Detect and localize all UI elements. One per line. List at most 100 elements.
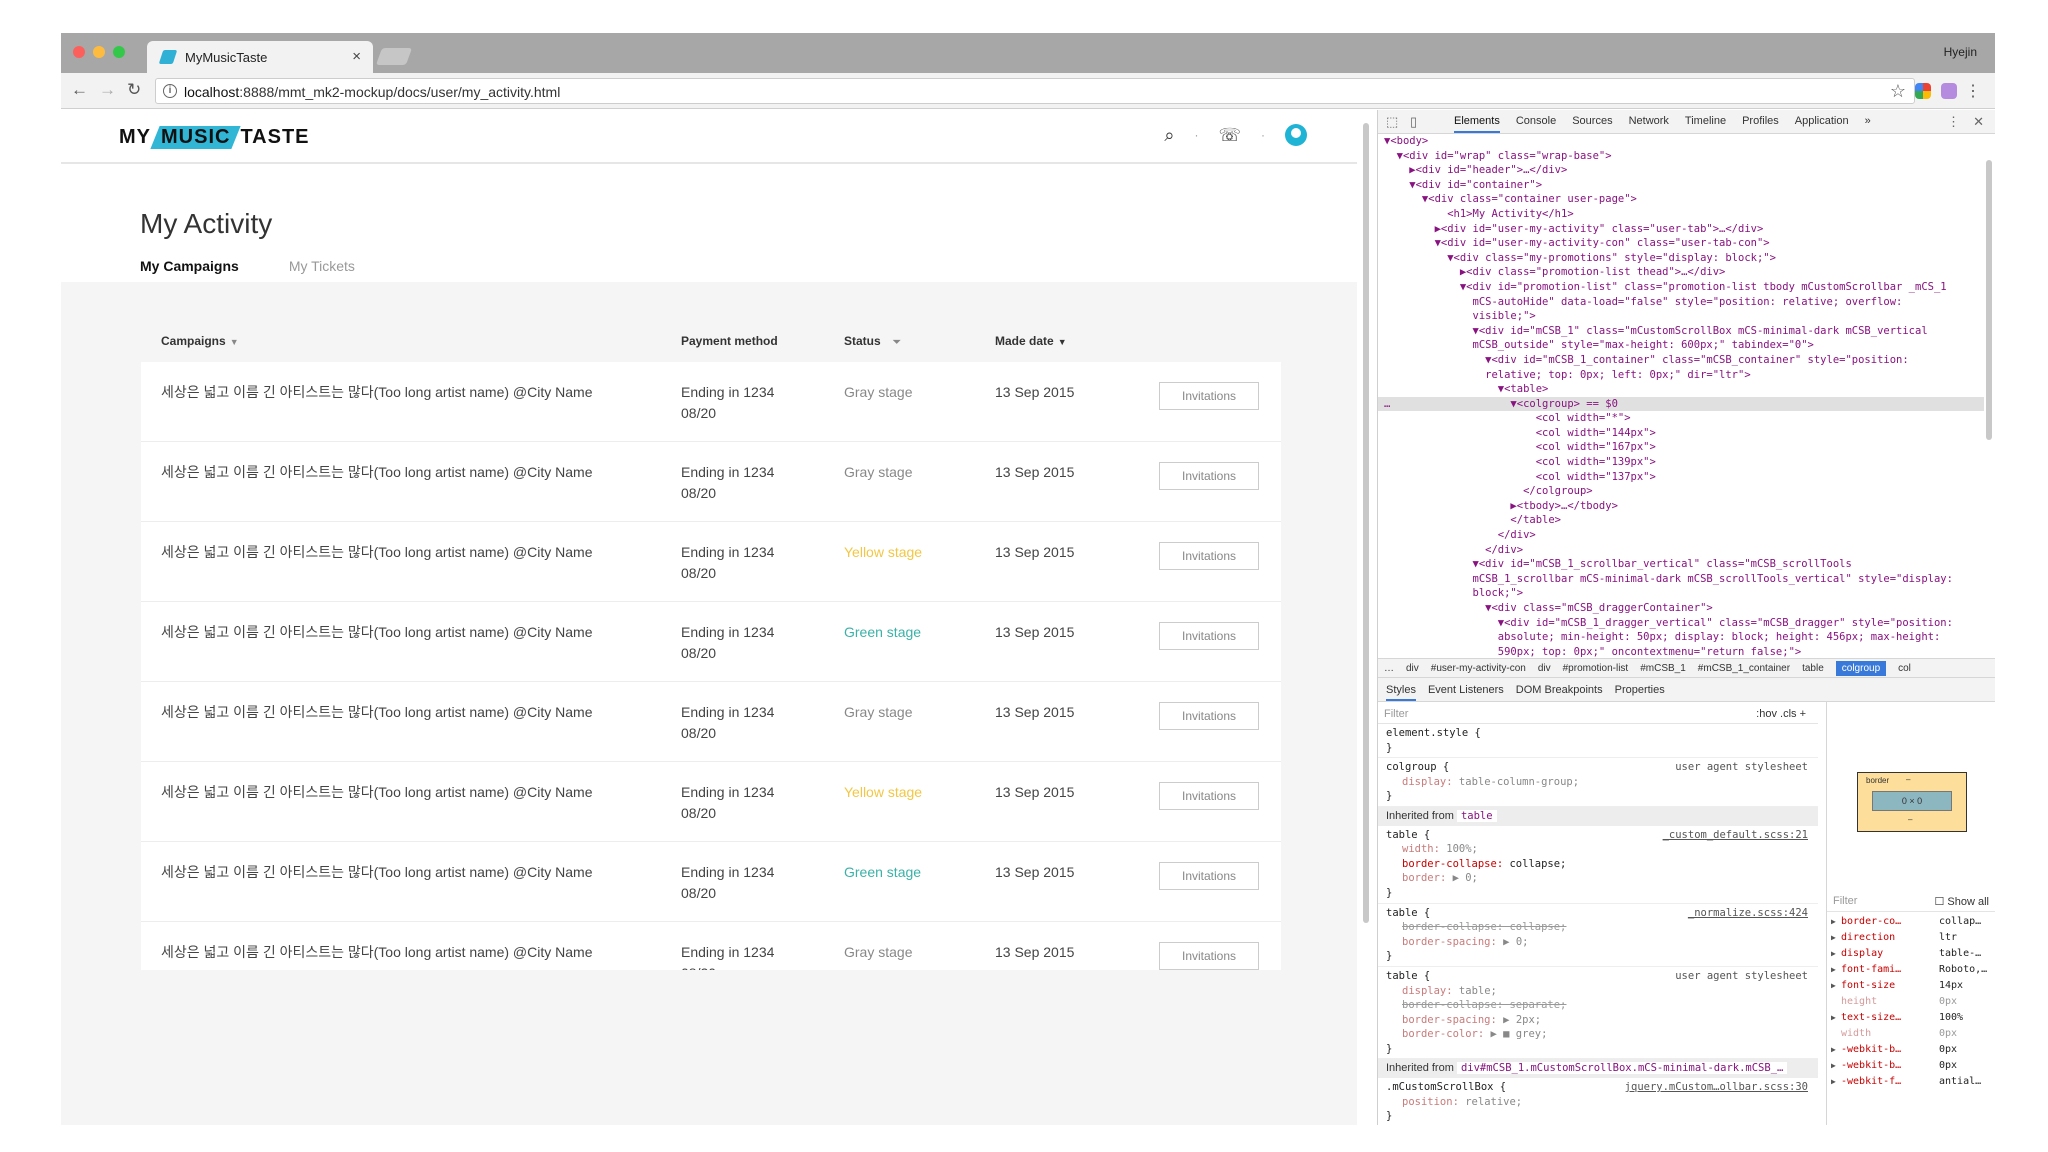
css-property[interactable]: border: ▶ 0;	[1386, 871, 1810, 886]
computed-property[interactable]: ▶ display table-…	[1827, 946, 1995, 962]
css-property[interactable]: position: relative;	[1386, 1095, 1810, 1110]
tab-my-tickets[interactable]: My Tickets	[289, 258, 355, 274]
expand-triangle-icon[interactable]: ▶	[1831, 962, 1836, 978]
dom-node[interactable]: ▼<div id="mCSB_1_container" class="mCSB_…	[1378, 353, 1984, 368]
dom-node[interactable]: ▼<div id="mCSB_1_scrollbar_vertical" cla…	[1378, 557, 1984, 572]
dom-node[interactable]: ▼<div class="mCSB_draggerContainer">	[1378, 601, 1984, 616]
address-bar[interactable]: i localhost:8888/mmt_mk2-mockup/docs/use…	[155, 78, 1915, 104]
dom-node[interactable]: ▼<div id="mCSB_1_dragger_vertical" class…	[1378, 616, 1984, 631]
column-campaigns[interactable]: Campaigns ▼	[161, 334, 239, 348]
subtab-eventlisteners[interactable]: Event Listeners	[1428, 684, 1504, 701]
sort-caret-icon[interactable]: ▼	[1058, 337, 1067, 347]
expand-triangle-icon[interactable]: ▶	[1831, 1058, 1836, 1074]
expand-triangle-icon[interactable]: ▶	[1831, 946, 1836, 962]
invitations-button[interactable]: Invitations	[1159, 942, 1259, 970]
campaign-name[interactable]: 세상은 넓고 이름 긴 아티스트는 많다(Too long artist nam…	[161, 782, 593, 803]
dom-node[interactable]: <h1>My Activity</h1>	[1378, 207, 1984, 222]
dom-node[interactable]: block;">	[1378, 586, 1984, 601]
computed-property[interactable]: ▶ -webkit-b… 0px	[1827, 1042, 1995, 1058]
device-toolbar-icon[interactable]: ▯	[1410, 114, 1417, 130]
breadcrumb-item[interactable]: col	[1898, 663, 1911, 674]
reload-icon[interactable]: ↻	[127, 80, 141, 100]
computed-property[interactable]: ▶ font-fami… Roboto,…	[1827, 962, 1995, 978]
devtools-tab-network[interactable]: Network	[1629, 115, 1669, 133]
invitations-button[interactable]: Invitations	[1159, 782, 1259, 810]
column-date[interactable]: Made date ▼	[995, 334, 1067, 348]
dom-node[interactable]: ▶<div id="header">…</div>	[1378, 163, 1984, 178]
dom-node[interactable]: mCSB_1_scrollbar mCS-minimal-dark mCSB_s…	[1378, 572, 1984, 587]
dom-node[interactable]: ▼<div id="user-my-activity-con" class="u…	[1378, 236, 1984, 251]
invitations-button[interactable]: Invitations	[1159, 542, 1259, 570]
hov-cls-buttons[interactable]: :hov .cls +	[1756, 707, 1806, 722]
campaign-name[interactable]: 세상은 넓고 이름 긴 아티스트는 많다(Too long artist nam…	[161, 862, 593, 883]
dom-node[interactable]: absolute; min-height: 50px; display: blo…	[1378, 630, 1984, 645]
invitations-button[interactable]: Invitations	[1159, 622, 1259, 650]
css-property[interactable]: display: table;	[1386, 984, 1810, 999]
expand-triangle-icon[interactable]: ▶	[1831, 914, 1836, 930]
expand-triangle-icon[interactable]: ▶	[1831, 930, 1836, 946]
forward-icon[interactable]: →	[99, 80, 116, 100]
computed-property[interactable]: width 0px	[1827, 1026, 1995, 1042]
browser-menu-icon[interactable]: ⋮	[1965, 81, 1981, 101]
dom-node[interactable]: ▶<div class="promotion-list thead">…</di…	[1378, 265, 1984, 280]
breadcrumb-item[interactable]: …	[1384, 663, 1394, 674]
computed-filter[interactable]: Filter ☐ Show all	[1827, 890, 1995, 912]
dom-node[interactable]: </div>	[1378, 543, 1984, 558]
dom-node[interactable]: ▼<div id="mCSB_1" class="mCustomScrollBo…	[1378, 324, 1984, 339]
filter-icon[interactable]: ⏷	[893, 337, 901, 348]
css-property[interactable]: border-spacing: ▶ 2px;	[1386, 1013, 1810, 1028]
page-scrollbar[interactable]	[1363, 123, 1369, 923]
campaign-name[interactable]: 세상은 넓고 이름 긴 아티스트는 많다(Too long artist nam…	[161, 462, 593, 483]
dom-node[interactable]: ▼<div class="my-promotions" style="displ…	[1378, 251, 1984, 266]
devtools-tab-application[interactable]: Application	[1795, 115, 1849, 133]
dom-node[interactable]: ▼<table>	[1378, 382, 1984, 397]
extension-icon-2[interactable]	[1941, 83, 1957, 99]
inherited-target[interactable]: div#mCSB_1.mCustomScrollBox.mCS-minimal-…	[1456, 1062, 1788, 1075]
styles-filter[interactable]: Filter :hov .cls +	[1378, 702, 1818, 724]
dom-node[interactable]: mCSB_outside" style="max-height: 600px;"…	[1378, 338, 1984, 353]
css-source-link[interactable]: jquery.mCustom…ollbar.scss:30	[1625, 1080, 1808, 1095]
dom-node[interactable]: </colgroup>	[1378, 484, 1984, 499]
expand-triangle-icon[interactable]: ▶	[1831, 1042, 1836, 1058]
css-property[interactable]: border-spacing: ▶ 0;	[1386, 935, 1810, 950]
site-logo[interactable]: MY MUSIC TASTE	[119, 126, 310, 149]
minimize-window-button[interactable]	[93, 46, 105, 58]
info-icon[interactable]: i	[163, 84, 177, 98]
devtools-tab-[interactable]: »	[1865, 115, 1871, 133]
dom-tree[interactable]: ▼<body> ▼<div id="wrap" class="wrap-base…	[1378, 134, 1984, 658]
devtools-tab-profiles[interactable]: Profiles	[1742, 115, 1779, 133]
extension-icon[interactable]	[1915, 83, 1931, 99]
profile-name[interactable]: Hyejin	[1944, 45, 1977, 59]
css-property[interactable]: border-collapse: collapse;	[1386, 857, 1810, 872]
breadcrumb-item[interactable]: div	[1406, 663, 1419, 674]
dom-node[interactable]: … ▼<colgroup> == $0	[1378, 396, 1984, 412]
computed-property[interactable]: ▶ -webkit-f… antial…	[1827, 1074, 1995, 1090]
subtab-properties[interactable]: Properties	[1615, 684, 1665, 701]
sort-caret-icon[interactable]: ▼	[230, 337, 239, 347]
css-property[interactable]: border-collapse: collapse;	[1386, 920, 1810, 935]
url-text[interactable]: localhost:8888/mmt_mk2-mockup/docs/user/…	[184, 84, 560, 100]
expand-triangle-icon[interactable]: ▶	[1831, 1074, 1836, 1090]
computed-property[interactable]: ▶ border-co… collap…	[1827, 914, 1995, 930]
computed-property[interactable]: ▶ font-size 14px	[1827, 978, 1995, 994]
search-icon[interactable]: ⌕	[1164, 125, 1174, 146]
computed-property[interactable]: ▶ -webkit-b… 0px	[1827, 1058, 1995, 1074]
devtools-menu-icon[interactable]: ⋮	[1947, 114, 1960, 130]
dom-node[interactable]: <col width="139px">	[1378, 455, 1984, 470]
breadcrumb-item[interactable]: colgroup	[1835, 660, 1887, 676]
subtab-dombreakpoints[interactable]: DOM Breakpoints	[1516, 684, 1603, 701]
invitations-button[interactable]: Invitations	[1159, 462, 1259, 490]
dom-scrollbar[interactable]	[1986, 160, 1992, 440]
expand-triangle-icon[interactable]: ▶	[1831, 978, 1836, 994]
expand-triangle-icon[interactable]: ▶	[1831, 1010, 1836, 1026]
campaign-name[interactable]: 세상은 넓고 이름 긴 아티스트는 많다(Too long artist nam…	[161, 942, 593, 963]
dom-node[interactable]: ▼<div id="container">	[1378, 178, 1984, 193]
dom-node[interactable]: </table>	[1378, 513, 1984, 528]
tab-close-icon[interactable]: ×	[352, 48, 361, 65]
back-icon[interactable]: ←	[71, 80, 88, 100]
browser-tab[interactable]: MyMusicTaste ×	[147, 41, 373, 73]
maximize-window-button[interactable]	[113, 46, 125, 58]
campaign-name[interactable]: 세상은 넓고 이름 긴 아티스트는 많다(Too long artist nam…	[161, 542, 593, 563]
avatar-icon[interactable]	[1285, 124, 1307, 146]
campaign-name[interactable]: 세상은 넓고 이름 긴 아티스트는 많다(Too long artist nam…	[161, 382, 593, 403]
